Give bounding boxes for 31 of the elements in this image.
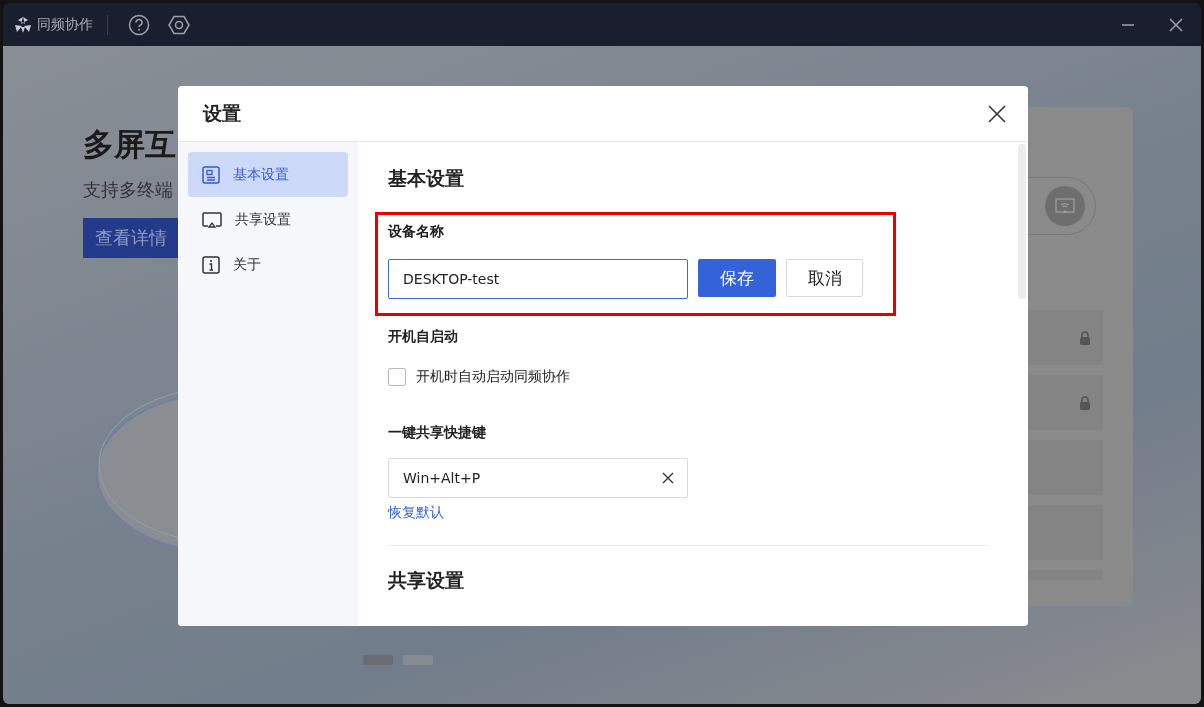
info-icon [202, 255, 220, 274]
screen-icon [202, 211, 222, 228]
app-title: 同频协作 [37, 15, 93, 34]
details-button[interactable]: 查看详情 [83, 218, 178, 258]
hero-title: 多屏互 [83, 125, 177, 164]
document-icon [202, 165, 220, 184]
help-icon[interactable] [128, 13, 150, 36]
close-icon[interactable] [988, 104, 1006, 123]
save-button[interactable]: 保存 [698, 259, 776, 297]
hero-subtitle: 支持多终端 [83, 178, 173, 202]
sidebar-item[interactable]: 关于 [188, 242, 348, 287]
dialog-title: 设置 [203, 100, 241, 126]
close-icon[interactable] [1169, 17, 1183, 32]
settings-icon[interactable] [168, 13, 190, 36]
section-title: 基本设置 [388, 166, 465, 191]
field-label: 一键共享快捷键 [388, 424, 487, 442]
lock-icon [1079, 330, 1091, 345]
checkbox[interactable] [388, 368, 406, 386]
sidebar-item[interactable]: 共享设置 [188, 197, 348, 242]
reset-default-link[interactable]: 恢复默认 [388, 504, 444, 522]
checkbox-label: 开机时自动启动同频协作 [416, 368, 570, 386]
lock-icon [1079, 395, 1091, 410]
sidebar-item[interactable]: 基本设置 [188, 152, 348, 197]
field-label: 设备名称 [388, 223, 445, 241]
field-label: 开机自启动 [388, 328, 459, 346]
cancel-button[interactable]: 取消 [786, 259, 863, 297]
logo-icon [13, 14, 33, 35]
clear-icon[interactable] [662, 472, 674, 484]
section-title: 共享设置 [388, 568, 465, 593]
shortcut-field[interactable]: Win+Alt+P [388, 458, 688, 498]
device-name-field[interactable]: DESKTOP-test [388, 259, 688, 299]
